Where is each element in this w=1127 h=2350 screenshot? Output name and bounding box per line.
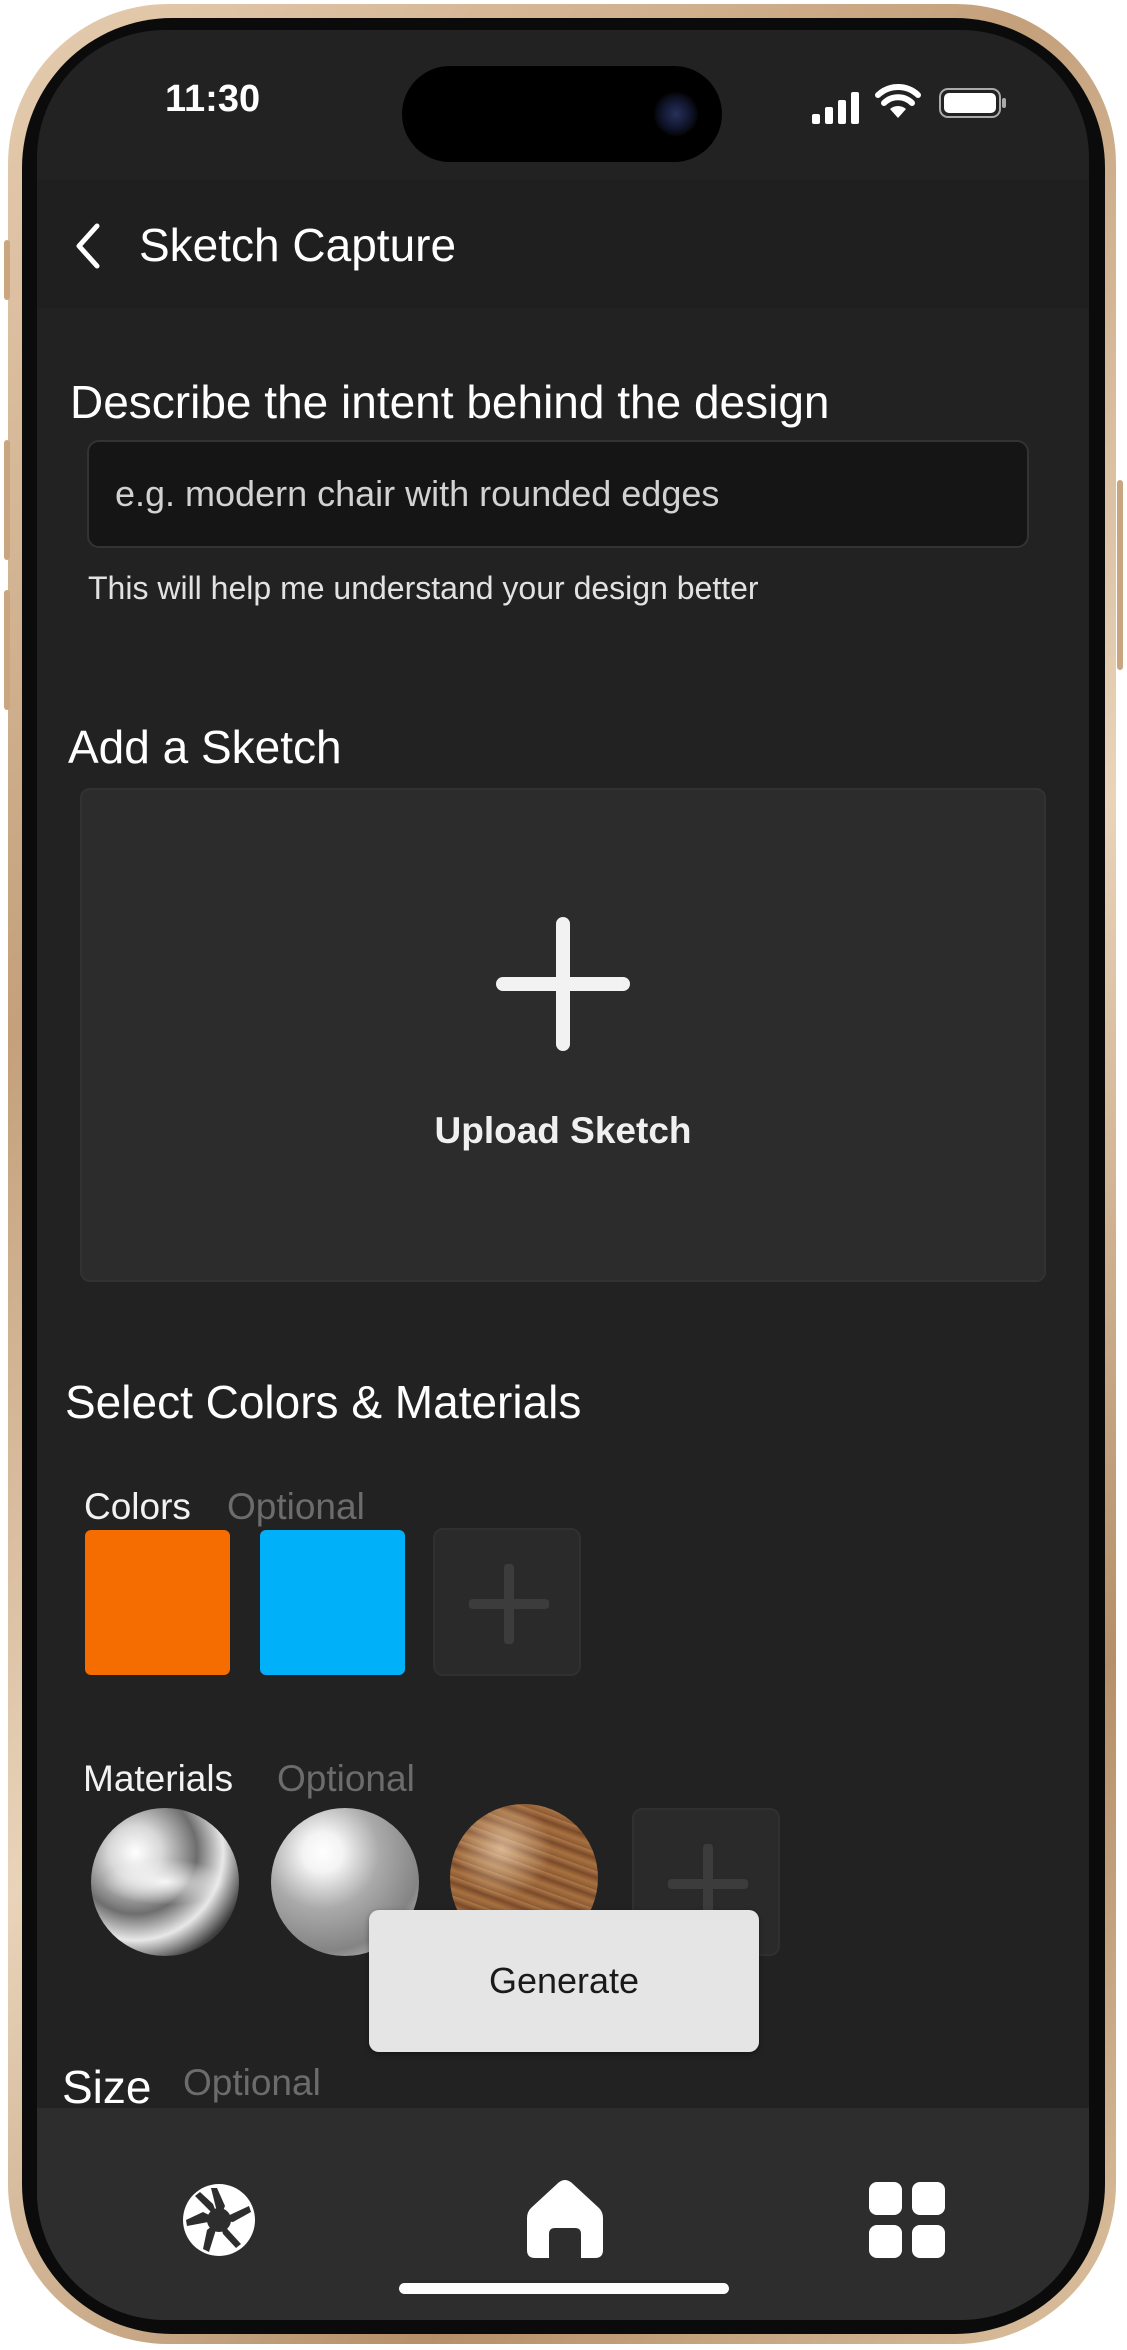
page-title: Sketch Capture [139,219,457,271]
intent-hint: This will help me understand your design… [88,570,759,606]
colors-label: Colors [84,1486,191,1527]
plus-icon [469,1564,549,1644]
plus-icon [496,917,630,1051]
sketch-heading: Add a Sketch [68,721,342,773]
grid-icon[interactable] [867,2180,947,2260]
colors-optional-label: Optional [227,1486,365,1527]
upload-sketch-label: Upload Sketch [434,1110,692,1151]
status-time: 11:30 [165,78,261,120]
materials-optional-label: Optional [277,1758,415,1799]
colors-materials-heading: Select Colors & Materials [65,1376,582,1428]
home-indicator[interactable] [399,2283,729,2294]
intent-heading: Describe the intent behind the design [70,376,830,428]
materials-label: Materials [83,1758,234,1799]
power-button [1117,480,1123,670]
back-chevron-icon[interactable] [73,222,103,270]
color-swatch-blue[interactable] [260,1530,405,1675]
material-chrome-sphere[interactable] [91,1808,239,1956]
volume-down-button [4,590,10,710]
size-optional-label: Optional [183,2062,321,2103]
app-header: Sketch Capture [37,180,1089,308]
action-button [4,240,10,300]
volume-up-button [4,440,10,560]
size-heading: Size [62,2061,152,2113]
signal-icon [812,92,859,124]
camera-lens [654,92,698,136]
wifi-icon [875,84,921,118]
home-icon[interactable] [525,2176,605,2260]
dynamic-island [402,66,722,162]
intent-input[interactable] [87,440,1029,548]
screen: 11:30 Sketch Capture Describe the intent… [37,30,1089,2320]
camera-aperture-icon[interactable] [181,2182,257,2258]
upload-sketch-area[interactable]: Upload Sketch [80,788,1046,1282]
add-color-button[interactable] [433,1528,581,1676]
generate-button[interactable]: Generate [369,1910,759,2052]
battery-icon [939,88,1006,118]
color-swatch-orange[interactable] [85,1530,230,1675]
